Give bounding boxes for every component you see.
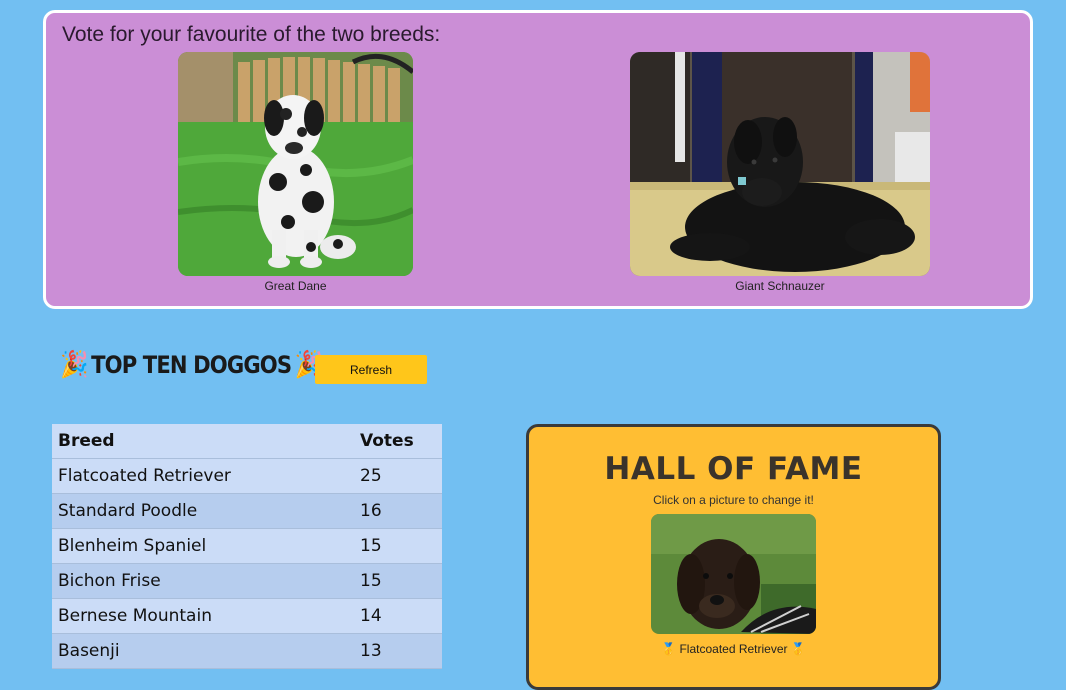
candidate-giant-schnauzer[interactable]: Giant Schnauzer xyxy=(630,52,930,293)
top-ten-title-text: TOP TEN DOGGOS xyxy=(91,351,292,379)
votes-cell: 14 xyxy=(354,598,442,634)
breed-cell: Blenheim Spaniel xyxy=(52,528,354,564)
candidate-caption: Giant Schnauzer xyxy=(735,279,825,293)
column-header-breed: Breed xyxy=(52,424,354,459)
table-row: Bernese Mountain 14 xyxy=(52,598,442,634)
table-row: Flatcoated Retriever 25 xyxy=(52,458,442,494)
hall-of-fame-caption: 🥇 Flatcoated Retriever 🥇 xyxy=(529,642,938,656)
hall-of-fame-title: HALL OF FAME xyxy=(604,451,863,487)
table-row: Bichon Frise 15 xyxy=(52,563,442,599)
votes-cell: 13 xyxy=(354,633,442,669)
table-row: Blenheim Spaniel 15 xyxy=(52,528,442,564)
breed-cell: Bernese Mountain xyxy=(52,598,354,634)
hall-of-fame-breed: Flatcoated Retriever xyxy=(679,642,788,656)
vote-panel: Vote for your favourite of the two breed… xyxy=(43,10,1033,309)
table-row: Standard Poodle 16 xyxy=(52,493,442,529)
gold-medal-icon: 🥇 xyxy=(790,642,806,656)
candidate-great-dane[interactable]: Great Dane xyxy=(178,52,413,293)
table-row: Basenji 13 xyxy=(52,633,442,669)
breed-cell: Standard Poodle xyxy=(52,493,354,529)
votes-cell: 25 xyxy=(354,458,442,494)
votes-cell: 15 xyxy=(354,528,442,564)
vote-heading: Vote for your favourite of the two breed… xyxy=(62,23,441,46)
hall-of-fame-panel: HALL OF FAME Click on a picture to chang… xyxy=(526,424,941,690)
giant-schnauzer-photo[interactable] xyxy=(630,52,930,276)
gold-medal-icon: 🥇 xyxy=(661,642,677,656)
table-header-row: Breed Votes xyxy=(52,424,442,459)
votes-cell: 15 xyxy=(354,563,442,599)
great-dane-photo[interactable] xyxy=(178,52,413,276)
breed-cell: Basenji xyxy=(52,633,354,669)
breed-cell: Bichon Frise xyxy=(52,563,354,599)
hall-of-fame-subtitle: Click on a picture to change it! xyxy=(653,493,814,507)
column-header-votes: Votes xyxy=(354,424,442,459)
top-ten-title: 🎉 TOP TEN DOGGOS 🎉 xyxy=(60,350,323,380)
breed-votes-table: Breed Votes Flatcoated Retriever 25 Stan… xyxy=(52,424,442,669)
party-popper-icon: 🎉 xyxy=(60,350,89,380)
candidate-caption: Great Dane xyxy=(264,279,327,293)
votes-cell: 16 xyxy=(354,493,442,529)
breed-cell: Flatcoated Retriever xyxy=(52,458,354,494)
hall-of-fame-photo[interactable] xyxy=(651,514,816,634)
refresh-button[interactable]: Refresh xyxy=(315,355,427,384)
